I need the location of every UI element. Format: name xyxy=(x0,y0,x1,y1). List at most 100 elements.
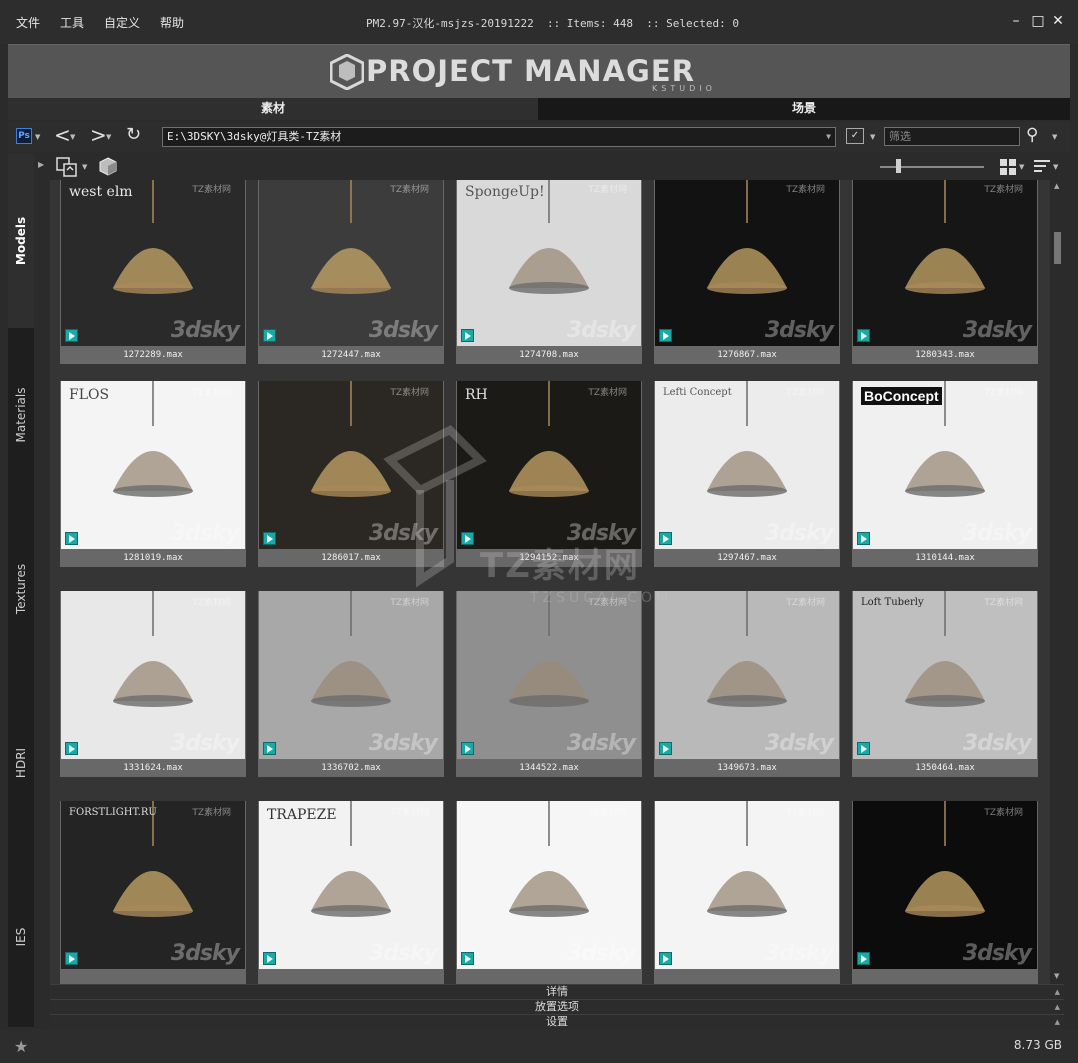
menu-file[interactable]: 文件 xyxy=(16,14,40,31)
close-icon[interactable]: ✕ xyxy=(1050,12,1066,30)
asset-card[interactable]: west elm TZ素材网 3dsky 1272289.max xyxy=(60,180,246,364)
tab-scenes[interactable]: 场景 xyxy=(538,98,1070,120)
asset-card[interactable]: TZ素材网 3dsky xyxy=(654,801,840,984)
asset-card[interactable]: TZ素材网 3dsky 1272447.max xyxy=(258,180,444,364)
asset-thumbnail[interactable]: SpongeUp! TZ素材网 3dsky xyxy=(457,180,641,346)
path-value: E:\3DSKY\3dsky@灯具类-TZ素材 xyxy=(167,130,342,143)
chevron-down-icon[interactable]: ▼ xyxy=(870,133,875,141)
zoom-slider-handle[interactable] xyxy=(896,159,901,173)
asset-thumbnail[interactable]: RH TZ素材网 3dsky xyxy=(457,381,641,549)
asset-filename: 1297467.max xyxy=(717,553,777,563)
asset-thumbnail[interactable]: TZ素材网 3dsky xyxy=(259,591,443,759)
asset-card[interactable]: FORSTLIGHT.RU TZ素材网 3dsky xyxy=(60,801,246,984)
scroll-thumb[interactable] xyxy=(1054,232,1061,264)
filter-input[interactable]: 筛选 xyxy=(884,127,1020,146)
sync-icon[interactable] xyxy=(56,157,78,177)
refresh-icon[interactable]: ↻ xyxy=(126,124,141,146)
asset-card[interactable]: Loft Tuberly TZ素材网 3dsky 1350464.max xyxy=(852,591,1038,777)
search-icon[interactable]: ⚲ xyxy=(1026,125,1038,145)
scroll-up-icon[interactable]: ▲ xyxy=(1054,182,1059,190)
tz-watermark: TZ素材网 xyxy=(390,388,429,398)
asset-thumbnail[interactable]: TZ素材网 3dsky xyxy=(853,180,1037,346)
max-file-icon xyxy=(461,952,474,965)
asset-card[interactable]: FLOS TZ素材网 3dsky 1281019.max xyxy=(60,381,246,567)
asset-thumbnail[interactable]: Loft Tuberly TZ素材网 3dsky xyxy=(853,591,1037,759)
maximize-icon[interactable]: □ xyxy=(1030,12,1046,30)
chevron-down-icon[interactable]: ▼ xyxy=(1019,163,1024,171)
collapse-icon[interactable]: ▲ xyxy=(1055,985,1060,999)
max-file-icon xyxy=(263,532,276,545)
asset-thumbnail[interactable]: TZ素材网 3dsky xyxy=(655,180,839,346)
sky-watermark: 3dsky xyxy=(566,941,636,966)
chevron-down-icon[interactable]: ▼ xyxy=(82,163,87,171)
asset-thumbnail[interactable]: FORSTLIGHT.RU TZ素材网 3dsky xyxy=(61,801,245,969)
minimize-icon[interactable]: – xyxy=(1008,12,1024,30)
chevron-down-icon[interactable]: ▼ xyxy=(70,133,75,141)
asset-card[interactable]: TZ素材网 3dsky 1336702.max xyxy=(258,591,444,777)
asset-card[interactable]: TZ素材网 3dsky xyxy=(456,801,642,984)
filter-icon[interactable]: ✓ xyxy=(846,128,864,144)
menu-tools[interactable]: 工具 xyxy=(60,14,84,31)
chevron-down-icon[interactable]: ▼ xyxy=(106,133,111,141)
expand-arrow-icon[interactable]: ▶ xyxy=(38,160,44,169)
asset-thumbnail[interactable]: TZ素材网 3dsky xyxy=(259,381,443,549)
asset-filename: 1336702.max xyxy=(321,763,381,773)
sort-icon[interactable] xyxy=(1034,160,1050,174)
asset-thumbnail[interactable]: TZ素材网 3dsky xyxy=(853,801,1037,969)
asset-card[interactable]: Lefti Concept TZ素材网 3dsky 1297467.max xyxy=(654,381,840,567)
collapse-icon[interactable]: ▲ xyxy=(1055,1000,1060,1014)
asset-card[interactable]: BoConcept TZ素材网 3dsky 1310144.max xyxy=(852,381,1038,567)
asset-thumbnail[interactable]: Lefti Concept TZ素材网 3dsky xyxy=(655,381,839,549)
asset-card[interactable]: RH TZ素材网 3dsky 1294152.max xyxy=(456,381,642,567)
asset-card[interactable]: TRAPEZE TZ素材网 3dsky xyxy=(258,801,444,984)
scroll-down-icon[interactable]: ▼ xyxy=(1054,972,1059,980)
asset-thumbnail[interactable]: TZ素材网 3dsky xyxy=(655,591,839,759)
asset-thumbnail[interactable]: TZ素材网 3dsky xyxy=(457,801,641,969)
photoshop-icon[interactable]: Ps xyxy=(16,128,32,144)
panel-label: 设置 xyxy=(546,1015,568,1028)
asset-thumbnail[interactable]: TZ素材网 3dsky xyxy=(259,180,443,346)
chevron-down-icon[interactable]: ▼ xyxy=(1053,163,1058,171)
panel-details[interactable]: 详情 ▲ xyxy=(50,984,1064,999)
sky-watermark: 3dsky xyxy=(962,731,1032,756)
tab-materials[interactable]: 素材 xyxy=(8,98,538,120)
asset-card[interactable]: TZ素材网 3dsky 1286017.max xyxy=(258,381,444,567)
side-tab-textures[interactable]: Textures xyxy=(8,502,34,676)
grid-scrollbar[interactable]: ▲ ▼ xyxy=(1052,180,1064,984)
asset-thumbnail[interactable]: TZ素材网 3dsky xyxy=(61,591,245,759)
forward-icon[interactable]: > xyxy=(90,124,107,146)
asset-card[interactable]: SpongeUp! TZ素材网 3dsky 1274708.max xyxy=(456,180,642,364)
panel-settings[interactable]: 设置 ▲ xyxy=(50,1014,1064,1029)
asset-card[interactable]: TZ素材网 3dsky 1344522.max xyxy=(456,591,642,777)
asset-thumbnail[interactable]: west elm TZ素材网 3dsky xyxy=(61,180,245,346)
asset-thumbnail[interactable]: TRAPEZE TZ素材网 3dsky xyxy=(259,801,443,969)
grid-view-icon[interactable] xyxy=(1000,159,1016,175)
side-tab-hdri[interactable]: HDRI xyxy=(8,676,34,850)
back-icon[interactable]: < xyxy=(54,124,71,146)
asset-card[interactable]: TZ素材网 3dsky 1331624.max xyxy=(60,591,246,777)
asset-card[interactable]: TZ素材网 3dsky 1280343.max xyxy=(852,180,1038,364)
panel-placement[interactable]: 放置选项 ▲ xyxy=(50,999,1064,1014)
side-tab-ies[interactable]: IES xyxy=(8,850,34,1024)
side-tab-models[interactable]: Models xyxy=(8,154,34,328)
asset-thumbnail[interactable]: TZ素材网 3dsky xyxy=(655,801,839,969)
chevron-down-icon[interactable]: ▼ xyxy=(1052,133,1057,141)
asset-card[interactable]: TZ素材网 3dsky 1276867.max xyxy=(654,180,840,364)
chevron-down-icon[interactable]: ▼ xyxy=(35,133,40,141)
menu-help[interactable]: 帮助 xyxy=(160,14,184,31)
menu-custom[interactable]: 自定义 xyxy=(104,14,140,31)
asset-card[interactable]: TZ素材网 3dsky xyxy=(852,801,1038,984)
chevron-down-icon[interactable]: ▼ xyxy=(826,128,831,146)
path-input[interactable]: E:\3DSKY\3dsky@灯具类-TZ素材 ▼ xyxy=(162,127,836,147)
asset-thumbnail[interactable]: FLOS TZ素材网 3dsky xyxy=(61,381,245,549)
max-file-icon xyxy=(857,952,870,965)
asset-thumbnail[interactable]: BoConcept TZ素材网 3dsky xyxy=(853,381,1037,549)
bottom-panels: 详情 ▲ 放置选项 ▲ 设置 ▲ xyxy=(50,984,1064,1029)
box-icon[interactable] xyxy=(98,157,118,177)
collapse-icon[interactable]: ▲ xyxy=(1055,1015,1060,1029)
main-tabs: 素材 场景 xyxy=(8,98,1070,120)
asset-thumbnail[interactable]: TZ素材网 3dsky xyxy=(457,591,641,759)
star-icon[interactable]: ★ xyxy=(14,1037,28,1056)
asset-card[interactable]: TZ素材网 3dsky 1349673.max xyxy=(654,591,840,777)
side-tab-materials[interactable]: Materials xyxy=(8,328,34,502)
